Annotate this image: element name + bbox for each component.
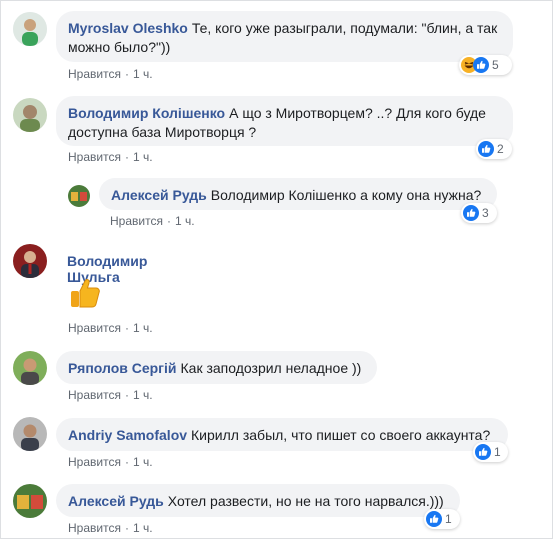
avatar[interactable] bbox=[68, 185, 90, 207]
like-icon bbox=[473, 57, 489, 73]
comment-meta: Нравится · 1 ч. bbox=[68, 455, 153, 469]
comment-meta: Нравится · 1 ч. bbox=[68, 521, 153, 535]
avatar[interactable] bbox=[13, 417, 47, 451]
like-link[interactable]: Нравится bbox=[68, 67, 121, 81]
avatar[interactable] bbox=[13, 12, 47, 46]
comment-text: Хотел развести, но не на того нарвался.)… bbox=[167, 493, 444, 509]
comment-bubble: Алексей Рудь Володимир Колішенко а кому о… bbox=[99, 178, 497, 210]
reaction-count: 5 bbox=[492, 58, 499, 72]
comment-bubble: Andriy Samofalov Кирилл забыл, что пишет … bbox=[56, 418, 508, 451]
comment-meta: Нравится · 1 ч. bbox=[68, 388, 153, 402]
comment-bubble: Myroslav Oleshko Те, кого уже разыграли, … bbox=[56, 11, 513, 62]
like-icon bbox=[426, 511, 442, 527]
comment-author[interactable]: Володимир Колішенко bbox=[68, 105, 225, 121]
avatar[interactable] bbox=[13, 244, 47, 278]
comment-time[interactable]: 1 ч. bbox=[133, 455, 153, 469]
like-link[interactable]: Нравится bbox=[110, 214, 163, 228]
reactions-badge[interactable]: 1 bbox=[424, 509, 460, 529]
reaction-count: 1 bbox=[445, 512, 452, 526]
avatar[interactable] bbox=[13, 351, 47, 385]
like-icon bbox=[463, 205, 479, 221]
comment-author[interactable]: Алексей Рудь bbox=[68, 493, 164, 509]
like-link[interactable]: Нравится bbox=[68, 388, 121, 402]
comment-meta: Нравится · 1 ч. bbox=[68, 67, 153, 81]
comment-meta: Нравится · 1 ч. bbox=[110, 214, 195, 228]
avatar[interactable] bbox=[13, 98, 47, 132]
comment-bubble: Алексей Рудь Хотел развести, но не на тог… bbox=[56, 484, 460, 517]
like-link[interactable]: Нравится bbox=[68, 521, 121, 535]
like-link[interactable]: Нравится bbox=[68, 150, 121, 164]
comment-time[interactable]: 1 ч. bbox=[175, 214, 195, 228]
reactions-badge[interactable]: 2 bbox=[476, 139, 512, 159]
comment-text: Как заподозрил неладное )) bbox=[180, 360, 362, 376]
like-icon bbox=[478, 141, 494, 157]
like-link[interactable]: Нравится bbox=[68, 455, 121, 469]
comment-meta: Нравится · 1 ч. bbox=[68, 321, 153, 335]
thumbs-up-sticker-icon bbox=[68, 276, 102, 310]
reactions-badge[interactable]: 5 bbox=[459, 55, 512, 75]
comment-author[interactable]: Andriy Samofalov bbox=[68, 427, 187, 443]
comment-time[interactable]: 1 ч. bbox=[133, 150, 153, 164]
comment-author[interactable]: Myroslav Oleshko bbox=[68, 20, 188, 36]
like-link[interactable]: Нравится bbox=[68, 321, 121, 335]
reactions-badge[interactable]: 1 bbox=[473, 442, 508, 462]
comment-bubble: Ряполов Сергій Как заподозрил неладное )) bbox=[56, 351, 377, 384]
reaction-count: 2 bbox=[497, 142, 504, 156]
comment-bubble: Володимир Колішенко А що з Миротворцем? .… bbox=[56, 96, 513, 146]
comment-time[interactable]: 1 ч. bbox=[133, 67, 153, 81]
comment-author[interactable]: Ряполов Сергій bbox=[68, 360, 177, 376]
comment-author[interactable]: Алексей Рудь bbox=[111, 187, 207, 203]
comment-time[interactable]: 1 ч. bbox=[133, 521, 153, 535]
comment-text: Кирилл забыл, что пишет со своего аккаун… bbox=[191, 427, 491, 443]
reaction-count: 3 bbox=[482, 206, 489, 220]
reactions-badge[interactable]: 3 bbox=[461, 203, 497, 223]
avatar[interactable] bbox=[13, 484, 47, 518]
comment-time[interactable]: 1 ч. bbox=[133, 388, 153, 402]
comment-text: Володимир Колішенко а кому она нужна? bbox=[210, 187, 482, 203]
comment-time[interactable]: 1 ч. bbox=[133, 321, 153, 335]
reaction-count: 1 bbox=[494, 445, 501, 459]
like-icon bbox=[475, 444, 491, 460]
comment-meta: Нравится · 1 ч. bbox=[68, 150, 153, 164]
